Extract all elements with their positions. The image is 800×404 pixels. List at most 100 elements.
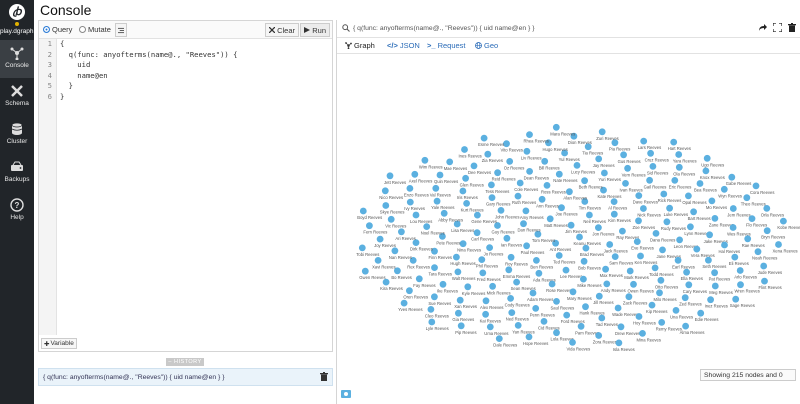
graph-node[interactable]: Orla Reeves	[761, 205, 784, 217]
node-circle[interactable]	[391, 247, 399, 255]
graph-node[interactable]: Theo Reeves	[741, 194, 766, 207]
graph-node[interactable]: Yale Reeves	[431, 197, 455, 210]
graph-node[interactable]: Milo Reeves	[654, 289, 677, 302]
node-circle[interactable]	[406, 287, 413, 295]
node-circle[interactable]	[748, 215, 756, 223]
graph-node[interactable]: Rhea Reeves	[524, 131, 549, 144]
graph-node[interactable]: Kai Reeves	[480, 310, 501, 323]
node-circle[interactable]	[619, 227, 626, 235]
node-circle[interactable]	[603, 280, 611, 288]
node-circle[interactable]	[675, 151, 683, 158]
node-circle[interactable]	[463, 200, 470, 207]
graph-node[interactable]: Dee Reeves	[468, 162, 491, 175]
graph-node[interactable]: Dana Reeves	[650, 230, 675, 242]
graph-node[interactable]: Pip Reeves	[455, 322, 477, 335]
node-circle[interactable]	[553, 298, 560, 305]
node-circle[interactable]	[760, 262, 768, 270]
trash-icon[interactable]	[320, 372, 328, 381]
node-circle[interactable]	[520, 220, 527, 228]
graph-node[interactable]: Sue Reeves	[428, 293, 451, 306]
graph-node[interactable]: Dave Reeves	[633, 192, 658, 205]
node-circle[interactable]	[525, 333, 533, 341]
graph-node[interactable]: Gwen Reeves	[359, 267, 386, 280]
node-circle[interactable]	[602, 265, 609, 273]
node-circle[interactable]	[462, 174, 469, 182]
graph-node[interactable]: Mara Reeves	[550, 123, 575, 136]
graph-node[interactable]: Wade Reeves	[612, 304, 638, 317]
graph-node[interactable]: Jill Reeves	[593, 292, 614, 305]
graph-node[interactable]: Todd Reeves	[649, 264, 674, 277]
node-circle[interactable]	[635, 313, 643, 320]
node-circle[interactable]	[598, 314, 606, 322]
graph-node[interactable]: Yuri Reeves	[598, 169, 621, 182]
graph-node[interactable]: Gia Reeves	[452, 309, 474, 322]
sidebar-item-help[interactable]: ? Help	[0, 192, 34, 230]
tab-json[interactable]: </> JSON	[387, 41, 420, 50]
node-circle[interactable]	[523, 147, 531, 155]
graph-node[interactable]: Knox Reeves	[700, 167, 725, 180]
graph-node[interactable]: Vern Reeves	[622, 164, 646, 177]
graph-node[interactable]: Neil Reeves	[583, 211, 606, 224]
node-circle[interactable]	[522, 207, 530, 215]
node-circle[interactable]	[516, 179, 524, 187]
node-circle[interactable]	[532, 305, 540, 312]
node-circle[interactable]	[552, 123, 560, 131]
graph-node[interactable]: Nan Reeves	[389, 247, 412, 260]
graph-node[interactable]: Ella Reeves	[681, 268, 703, 281]
node-circle[interactable]	[576, 233, 583, 241]
node-circle[interactable]	[697, 309, 705, 317]
graph-node[interactable]: Kobe Reeves	[777, 217, 800, 230]
graph-node[interactable]: Alan Reeves	[563, 188, 587, 201]
query-radio[interactable]: Query	[43, 25, 72, 34]
node-circle[interactable]	[412, 211, 420, 219]
graph-node[interactable]: Glen Reeves	[460, 174, 484, 187]
node-circle[interactable]	[639, 330, 646, 337]
share-icon[interactable]	[758, 23, 767, 32]
graph-node[interactable]: Iris Reeves	[457, 187, 478, 200]
node-circle[interactable]	[671, 177, 679, 184]
graph-node[interactable]: Kip Reeves	[646, 301, 667, 314]
node-circle[interactable]	[706, 231, 713, 239]
graph-node[interactable]: Bill Reeves	[539, 157, 560, 170]
graph-node[interactable]: Abby Reeves	[438, 209, 463, 222]
graph-node[interactable]: Bob Reeves	[578, 257, 601, 270]
node-circle[interactable]	[376, 235, 384, 243]
graph-node[interactable]: Eli Reeves	[729, 253, 749, 266]
graph-node[interactable]: Meg Reeves	[709, 282, 733, 295]
node-circle[interactable]	[577, 322, 585, 330]
node-circle[interactable]	[705, 256, 712, 264]
node-circle[interactable]	[486, 323, 494, 331]
node-circle[interactable]	[640, 205, 647, 212]
node-circle[interactable]	[387, 215, 395, 223]
graph-node[interactable]: Emma Reeves	[503, 266, 530, 279]
node-circle[interactable]	[651, 264, 659, 272]
graph-node[interactable]: Gail Reeves	[644, 176, 667, 189]
node-circle[interactable]	[478, 256, 486, 263]
node-circle[interactable]	[433, 197, 441, 205]
graph-node[interactable]: Lyle Reeves	[426, 318, 449, 331]
node-circle[interactable]	[541, 157, 549, 165]
node-circle[interactable]	[647, 149, 654, 157]
graph-node[interactable]: Mo Reeves	[706, 197, 727, 210]
graph-node[interactable]: Gus Reeves	[618, 151, 641, 164]
graph-node[interactable]: Yves Reeves	[398, 299, 423, 312]
node-circle[interactable]	[761, 277, 768, 285]
node-circle[interactable]	[702, 167, 710, 175]
node-circle[interactable]	[381, 187, 389, 195]
node-circle[interactable]	[646, 176, 653, 184]
node-circle[interactable]	[731, 253, 739, 261]
node-circle[interactable]	[507, 253, 515, 261]
node-circle[interactable]	[555, 252, 563, 259]
node-circle[interactable]	[421, 156, 429, 164]
node-circle[interactable]	[507, 295, 514, 302]
node-circle[interactable]	[729, 205, 737, 212]
node-circle[interactable]	[533, 257, 540, 264]
node-circle[interactable]	[615, 339, 623, 347]
graph-node[interactable]: Lou Reeves	[410, 211, 432, 224]
history-label[interactable]: – HISTORY –	[166, 358, 204, 373]
graph-node[interactable]: Ruth Reeves	[512, 192, 536, 205]
sidebar-item-console[interactable]: Console	[0, 40, 34, 78]
graph-node[interactable]: Dan Reeves	[518, 220, 541, 233]
graph-node[interactable]: Xan Reeves	[454, 296, 477, 309]
node-circle[interactable]	[732, 295, 740, 303]
